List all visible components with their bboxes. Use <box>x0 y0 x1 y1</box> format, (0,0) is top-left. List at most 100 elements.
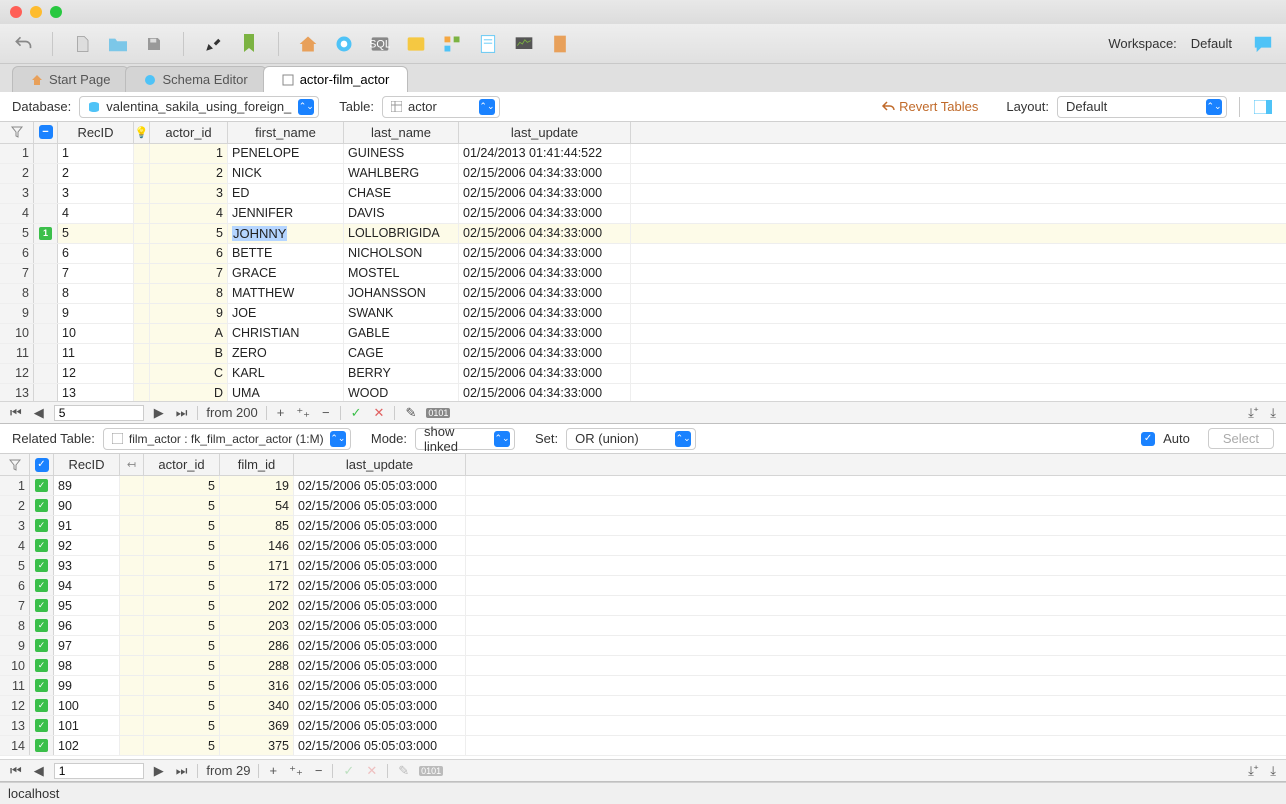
maximize-window-button[interactable] <box>50 6 62 18</box>
table-row[interactable]: 333EDCHASE02/15/2006 04:34:33:000 <box>0 184 1286 204</box>
undo-icon[interactable] <box>12 33 34 55</box>
col-actor-id[interactable]: actor_id <box>144 454 220 475</box>
col-bulb-icon[interactable]: 💡 <box>134 122 150 143</box>
minimize-window-button[interactable] <box>30 6 42 18</box>
table-row[interactable]: 777GRACEMOSTEL02/15/2006 04:34:33:000 <box>0 264 1286 284</box>
bookmark-icon[interactable] <box>238 33 260 55</box>
table-row[interactable]: 4✓92514602/15/2006 05:05:03:000 <box>0 536 1286 556</box>
revert-tables-button[interactable]: Revert Tables <box>881 99 978 114</box>
tab-actor-film-actor[interactable]: actor-film_actor <box>263 66 409 92</box>
col-film-id[interactable]: film_id <box>220 454 294 475</box>
first-page-button[interactable]: ⏮ <box>8 763 24 779</box>
diagram-icon[interactable] <box>441 33 463 55</box>
cancel-button[interactable]: ✕ <box>372 405 387 421</box>
form-icon[interactable] <box>477 33 499 55</box>
edit-button[interactable]: ✎ <box>403 405 418 421</box>
bottom-grid-body[interactable]: 1✓8951902/15/2006 05:05:03:0002✓9055402/… <box>0 476 1286 759</box>
report-icon[interactable] <box>549 33 571 55</box>
schema-icon[interactable] <box>333 33 355 55</box>
prev-page-button[interactable]: ◀ <box>32 405 46 421</box>
select-button[interactable]: Select <box>1208 428 1274 449</box>
table-row[interactable]: 2✓9055402/15/2006 05:05:03:000 <box>0 496 1286 516</box>
table-row[interactable]: 999JOESWANK02/15/2006 04:34:33:000 <box>0 304 1286 324</box>
export-button[interactable]: ⤓ <box>1268 405 1278 421</box>
query-icon[interactable] <box>405 33 427 55</box>
monitor-icon[interactable] <box>513 33 535 55</box>
first-page-button[interactable]: ⏮ <box>8 405 24 421</box>
page-input[interactable] <box>54 405 144 421</box>
table-row[interactable]: 13✓101536902/15/2006 05:05:03:000 <box>0 716 1286 736</box>
tab-schema-editor[interactable]: Schema Editor <box>125 66 266 92</box>
col-last-update[interactable]: last_update <box>459 122 631 143</box>
table-row[interactable]: 888MATTHEWJOHANSSON02/15/2006 04:34:33:0… <box>0 284 1286 304</box>
table-row[interactable]: 1212CKARLBERRY02/15/2006 04:34:33:000 <box>0 364 1286 384</box>
table-row[interactable]: 111PENELOPEGUINESS01/24/2013 01:41:44:52… <box>0 144 1286 164</box>
add-row-button[interactable]: + <box>275 405 287 420</box>
save-icon[interactable] <box>143 33 165 55</box>
table-row[interactable]: 1✓8951902/15/2006 05:05:03:000 <box>0 476 1286 496</box>
table-row[interactable]: 5155JOHNNYLOLLOBRIGIDA02/15/2006 04:34:3… <box>0 224 1286 244</box>
table-row[interactable]: 666BETTENICHOLSON02/15/2006 04:34:33:000 <box>0 244 1286 264</box>
new-file-icon[interactable] <box>71 33 93 55</box>
add-dup-row-button[interactable]: ⁺₊ <box>294 405 312 421</box>
table-row[interactable]: 1111BZEROCAGE02/15/2006 04:34:33:000 <box>0 344 1286 364</box>
col-last-update[interactable]: last_update <box>294 454 466 475</box>
set-select[interactable]: OR (union) ⌃⌄ <box>566 428 696 450</box>
folder-icon[interactable] <box>107 33 129 55</box>
hex-button[interactable]: 0101 <box>426 408 450 418</box>
col-first-name[interactable]: first_name <box>228 122 344 143</box>
page-input[interactable] <box>54 763 144 779</box>
remove-row-button[interactable]: − <box>313 763 325 778</box>
next-page-button[interactable]: ▶ <box>152 405 166 421</box>
remove-row-button[interactable]: − <box>320 405 332 420</box>
table-row[interactable]: 444JENNIFERDAVIS02/15/2006 04:34:33:000 <box>0 204 1286 224</box>
table-row[interactable]: 5✓93517102/15/2006 05:05:03:000 <box>0 556 1286 576</box>
table-row[interactable]: 6✓94517202/15/2006 05:05:03:000 <box>0 576 1286 596</box>
last-page-button[interactable]: ⏭ <box>174 763 190 779</box>
table-row[interactable]: 9✓97528602/15/2006 05:05:03:000 <box>0 636 1286 656</box>
import-button[interactable]: ⤓⁺ <box>1246 763 1260 779</box>
table-row[interactable]: 7✓95520202/15/2006 05:05:03:000 <box>0 596 1286 616</box>
cancel-button[interactable]: ✕ <box>364 763 379 779</box>
next-page-button[interactable]: ▶ <box>152 763 166 779</box>
edit-button[interactable]: ✎ <box>396 763 411 779</box>
pen-icon[interactable] <box>202 33 224 55</box>
col-last-name[interactable]: last_name <box>344 122 459 143</box>
col-recid[interactable]: RecID <box>58 122 134 143</box>
toggle-all-checkbox[interactable]: ✓ <box>30 454 54 475</box>
workspace-value[interactable]: Default <box>1185 34 1238 53</box>
table-row[interactable]: 8✓96520302/15/2006 05:05:03:000 <box>0 616 1286 636</box>
add-dup-row-button[interactable]: ⁺₊ <box>287 763 305 779</box>
prev-page-button[interactable]: ◀ <box>32 763 46 779</box>
chat-icon[interactable] <box>1252 33 1274 55</box>
sql-icon[interactable]: SQL <box>369 33 391 55</box>
filter-column-icon[interactable] <box>0 122 34 143</box>
database-select[interactable]: valentina_sakila_using_foreign_key ⌃⌄ <box>79 96 319 118</box>
import-button[interactable]: ⤓⁺ <box>1246 405 1260 421</box>
related-table-select[interactable]: film_actor : fk_film_actor_actor (1:M) ⌃… <box>103 428 351 450</box>
hex-button[interactable]: 0101 <box>419 766 443 776</box>
add-row-button[interactable]: + <box>267 763 279 778</box>
filter-column-icon[interactable] <box>0 454 30 475</box>
close-window-button[interactable] <box>10 6 22 18</box>
table-row[interactable]: 3✓9158502/15/2006 05:05:03:000 <box>0 516 1286 536</box>
table-row[interactable]: 1313DUMAWOOD02/15/2006 04:34:33:000 <box>0 384 1286 401</box>
table-row[interactable]: 14✓102537502/15/2006 05:05:03:000 <box>0 736 1286 756</box>
col-recid[interactable]: RecID <box>54 454 120 475</box>
auto-checkbox[interactable]: ✓ <box>1141 432 1155 446</box>
commit-button[interactable]: ✓ <box>349 405 364 421</box>
tab-start-page[interactable]: Start Page <box>12 66 129 92</box>
mode-select[interactable]: show linked ⌃⌄ <box>415 428 515 450</box>
table-select[interactable]: actor ⌃⌄ <box>382 96 500 118</box>
top-grid-body[interactable]: 111PENELOPEGUINESS01/24/2013 01:41:44:52… <box>0 144 1286 401</box>
panel-right-icon[interactable] <box>1252 96 1274 118</box>
table-row[interactable]: 222NICKWAHLBERG02/15/2006 04:34:33:000 <box>0 164 1286 184</box>
toggle-all-marker[interactable]: − <box>34 122 58 143</box>
table-row[interactable]: 10✓98528802/15/2006 05:05:03:000 <box>0 656 1286 676</box>
export-button[interactable]: ⤓ <box>1268 763 1278 779</box>
last-page-button[interactable]: ⏭ <box>174 405 190 421</box>
col-link-icon[interactable]: ↤ <box>120 454 144 475</box>
layout-select[interactable]: Default ⌃⌄ <box>1057 96 1227 118</box>
col-actor-id[interactable]: actor_id <box>150 122 228 143</box>
table-row[interactable]: 1010ACHRISTIANGABLE02/15/2006 04:34:33:0… <box>0 324 1286 344</box>
